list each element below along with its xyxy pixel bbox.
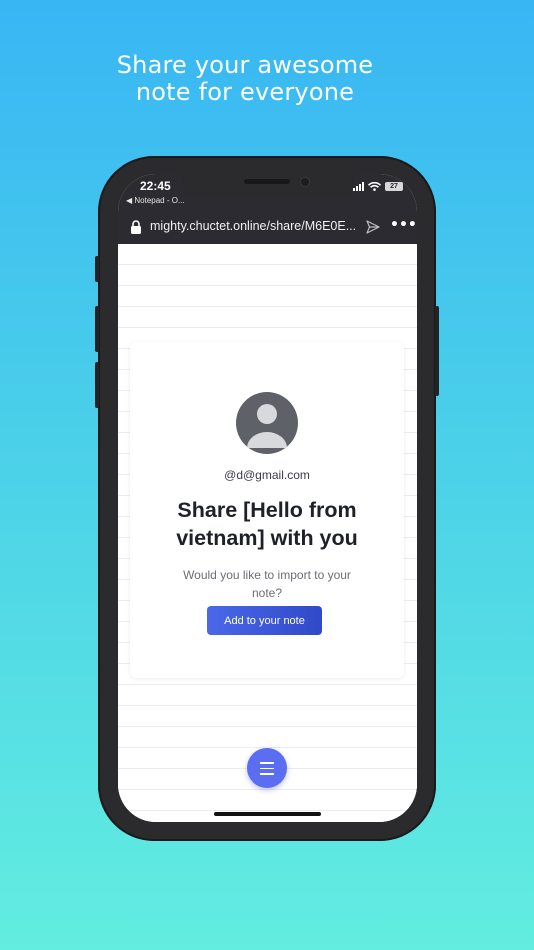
silent-switch [95,256,99,282]
web-page: @d@gmail.com Share [Hello from vietnam] … [118,244,417,822]
status-icons: 27 [353,182,403,191]
browser-url-bar[interactable]: mighty.chuctet.online/share/M6E0E... ••• [118,208,417,244]
volume-down-button [95,362,99,408]
send-icon[interactable] [366,220,380,234]
back-to-app-link[interactable]: ◀ Notepad - O... [126,196,185,205]
sharer-email: @d@gmail.com [224,468,310,482]
headline-line-1: Share your awesome [116,51,374,79]
wifi-icon [368,182,381,191]
speaker-grille [244,179,290,184]
power-button [435,306,439,396]
menu-icon [260,762,274,779]
status-bar: 22:45 ◀ Notepad - O... 27 [118,174,417,208]
share-title: Share [Hello from vietnam] with you [176,498,358,550]
front-camera [300,177,310,187]
headline-line-2: note for everyone [135,78,355,106]
status-time: 22:45 [140,179,171,193]
share-card: @d@gmail.com Share [Hello from vietnam] … [130,342,404,678]
phone-screen: 22:45 ◀ Notepad - O... 27 mighty.chuctet… [118,174,417,822]
volume-up-button [95,306,99,352]
url-text[interactable]: mighty.chuctet.online/share/M6E0E... [150,219,356,233]
lock-icon [131,220,141,234]
menu-button[interactable] [247,748,287,788]
add-to-note-button[interactable]: Add to your note [207,606,322,635]
import-question: Would you like to import to your note? [183,568,351,600]
signal-icon [353,182,364,191]
notch [182,174,354,198]
home-indicator[interactable] [214,812,321,816]
promo-headline: Share your awesome note for everyone [0,52,490,106]
battery-icon: 27 [385,182,403,191]
more-icon[interactable]: ••• [390,217,417,233]
avatar-icon [236,392,298,454]
